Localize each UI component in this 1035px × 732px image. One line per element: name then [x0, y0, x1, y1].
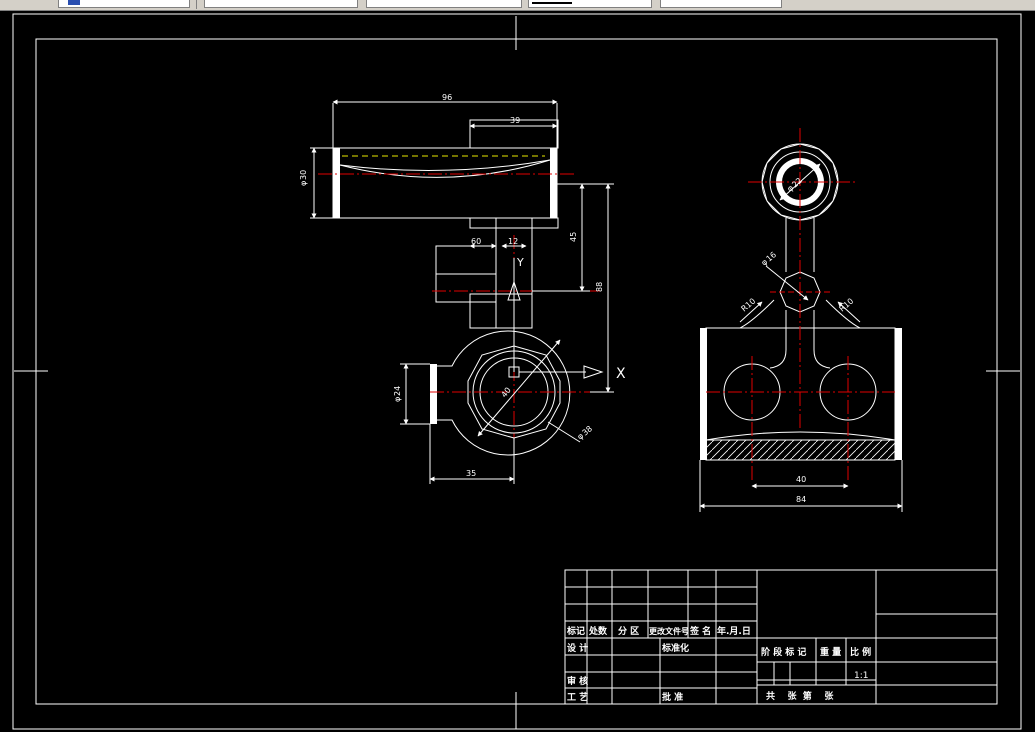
dim-84: 84	[796, 495, 806, 504]
dim-12: 12	[508, 237, 518, 246]
dim-39: 39	[510, 116, 520, 125]
hub-boss	[430, 364, 437, 424]
tb-zone: 分 区	[618, 625, 639, 637]
tb-approve: 批 准	[662, 691, 683, 703]
dim-96: 96	[442, 93, 452, 102]
drawing-canvas[interactable]: Y X 96 39 φ 30 60 12 45 88 φ 24 35 40 φ …	[0, 10, 1035, 732]
plot-style-combo[interactable]	[660, 0, 782, 8]
dimensions-top: 96 39 φ 30 60 12 45 88	[299, 93, 614, 393]
layer-combo[interactable]	[58, 0, 190, 8]
layer-icon	[68, 0, 80, 5]
axis-y-label: Y	[516, 256, 524, 269]
dim-30: 30	[299, 170, 308, 180]
big-end-right	[895, 328, 902, 460]
dim-r10-right: R10	[838, 297, 856, 314]
tb-review: 审 核	[567, 675, 588, 687]
dim-88: 88	[595, 282, 604, 292]
tb-scale-label: 比 例	[850, 646, 871, 658]
tb-mark: 标记	[566, 625, 585, 637]
linetype-combo[interactable]	[366, 0, 522, 8]
tb-change-doc: 更改文件号	[649, 626, 689, 636]
dim-r10-left: R10	[740, 297, 758, 314]
tb-process: 工 艺	[567, 691, 588, 703]
axis-x-label: X	[616, 366, 626, 382]
tb-weight: 重 量	[820, 646, 841, 658]
tb-scale-value: 1:1	[854, 671, 868, 681]
toolbar-separator	[196, 0, 197, 9]
dim-24: 24	[393, 386, 402, 396]
tb-count: 处数	[588, 625, 608, 637]
tb-date: 年.月.日	[717, 625, 751, 637]
dim-60: 60	[471, 237, 481, 246]
dim-40: 40	[796, 475, 806, 484]
pin-end-left	[333, 148, 340, 218]
dim-35: 35	[466, 469, 476, 478]
tb-sheets: 共 张 第 张	[766, 690, 834, 702]
tb-sign: 签 名	[689, 625, 711, 637]
tb-standard: 标准化	[661, 642, 689, 654]
tb-stage-mark: 阶 段 标 记	[761, 646, 806, 658]
hatched-section	[705, 439, 896, 461]
side-view-rod: φ 22 φ 16 R10 R10 40 84	[699, 128, 903, 512]
top-view-pin	[318, 119, 600, 470]
style-combo[interactable]	[204, 0, 358, 8]
title-block: 标记 处数 分 区 更改文件号 签 名 年.月.日 设 计 标准化 审 核 工 …	[564, 569, 998, 705]
lineweight-preview-icon	[532, 1, 572, 4]
dim-30-prefix: φ	[299, 181, 308, 186]
color-combo[interactable]	[528, 0, 652, 8]
dim-24-prefix: φ	[393, 397, 402, 402]
dimensions-front: φ 24 35 40 φ 38	[393, 363, 594, 484]
pin-end-right	[550, 148, 557, 218]
tb-design: 设 计	[567, 642, 588, 654]
dim-45: 45	[569, 232, 578, 242]
